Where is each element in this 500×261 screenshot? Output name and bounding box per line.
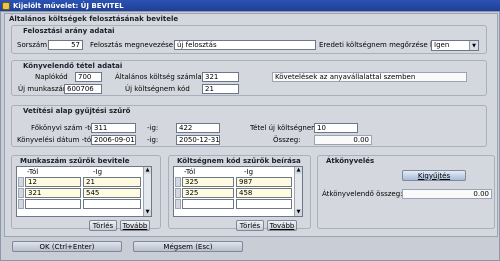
title-bar: Kijelölt művelet: ÚJ BEVITEL xyxy=(0,0,500,11)
koltsegnem-scrollbar[interactable]: ▲ ▼ xyxy=(294,167,302,216)
uj-munkaszam-field[interactable]: 600706 xyxy=(64,84,102,94)
row-marker[interactable] xyxy=(18,188,24,198)
row-marker[interactable] xyxy=(175,199,181,209)
koltsegnem-row3-tol[interactable] xyxy=(182,199,234,209)
koltsegnem-szuro-section: Költségnem kód szűrők beírása -Tól -Ig 3… xyxy=(168,155,311,231)
munkaszam-row3-tol[interactable] xyxy=(25,199,81,209)
koltsegnem-szuro-title: Költségnem kód szűrők beírása xyxy=(177,157,301,165)
alt-koltseg-description: Követelések az anyavállalattal szemben xyxy=(272,72,467,82)
form-title: Általános költségek felosztásának bevite… xyxy=(9,15,179,23)
koltsegnem-row2-tol[interactable]: 325 xyxy=(182,188,234,198)
chevron-down-icon[interactable]: ▼ xyxy=(469,41,478,50)
atkonyveles-title: Átkönyvelés xyxy=(326,157,375,165)
munkaszam-szuro-title: Munkaszám szűrők bevitele xyxy=(20,157,130,165)
row-marker[interactable] xyxy=(18,177,24,187)
koltsegnem-row1-tol[interactable]: 325 xyxy=(182,177,234,187)
munkaszam-szuro-section: Munkaszám szűrők bevitele -Tól -Ig 12 21… xyxy=(11,155,161,231)
atkonyvelendo-osszeg-label: Átkönyvelendő összeg: xyxy=(322,190,403,198)
alt-koltseg-szamla-field[interactable]: 321 xyxy=(202,72,239,82)
tetel-uj-koltsegnem-label: Tétel új költségnem: xyxy=(250,124,321,132)
munkaszam-torles-button[interactable]: Törlés xyxy=(89,220,117,231)
main-form-panel: Általános költségek felosztásának bevite… xyxy=(4,13,498,237)
konyvelendo-section: Könyvelendő tétel adatai Naplókód 700 Ál… xyxy=(11,60,487,96)
fokonyvi-szam-from-field[interactable]: 311 xyxy=(91,123,136,133)
munkaszam-row3-ig[interactable] xyxy=(83,199,141,209)
munkaszam-row1-ig[interactable]: 21 xyxy=(83,177,141,187)
munkaszam-tovabb-button[interactable]: Tovább xyxy=(120,220,150,231)
felosztas-section: Felosztási arány adatai Sorszám 57 Felos… xyxy=(11,25,487,54)
munkaszam-szuro-grid: -Tól -Ig 12 21 321 545 ▲ ▼ xyxy=(16,166,152,217)
window-title: Kijelölt művelet: ÚJ BEVITEL xyxy=(13,1,124,10)
naplokod-label: Naplókód xyxy=(35,73,68,81)
koltsegnem-row1-ig[interactable]: 987 xyxy=(236,177,292,187)
sorszam-field[interactable]: 57 xyxy=(48,40,83,50)
fokonyvi-szam-to-field[interactable]: 422 xyxy=(176,123,220,133)
row-marker[interactable] xyxy=(18,199,24,209)
vetitesi-section: Vetítési alap gyűjtési szűrő Főkönyvi sz… xyxy=(11,105,487,147)
koltsegnem-tovabb-button[interactable]: Tovább xyxy=(267,220,297,231)
sorszam-label: Sorszám xyxy=(17,41,48,49)
fokonyvi-szam-label: Főkönyvi szám -tól: xyxy=(31,124,99,132)
konyvelesi-datum-from-field[interactable]: 2006-09-01 xyxy=(91,135,136,145)
felosztas-section-title: Felosztási arány adatai xyxy=(23,27,115,35)
koltsegnem-row3-ig[interactable] xyxy=(236,199,292,209)
vetitesi-section-title: Vetítési alap gyűjtési szűrő xyxy=(23,107,131,115)
eredeti-koltsegnem-value: Igen xyxy=(434,41,450,49)
munkaszam-row1-tol[interactable]: 12 xyxy=(25,177,81,187)
scroll-down-icon[interactable]: ▼ xyxy=(295,209,302,216)
atkonyvelendo-osszeg-field: 0.00 xyxy=(402,189,492,199)
scroll-up-icon[interactable]: ▲ xyxy=(295,167,302,174)
row-marker[interactable] xyxy=(175,177,181,187)
koltsegnem-row2-ig[interactable]: 458 xyxy=(236,188,292,198)
scroll-down-icon[interactable]: ▼ xyxy=(144,209,151,216)
koltsegnem-col-tol: -Tól xyxy=(184,168,196,176)
koltsegnem-col-ig: -Ig xyxy=(244,168,254,176)
konyvelesi-datum-ig-label: -ig: xyxy=(147,136,159,144)
uj-koltsegnem-field[interactable]: 21 xyxy=(202,84,239,94)
konyvelendo-section-title: Könyvelendő tétel adatai xyxy=(23,62,123,70)
fokonyvi-szam-ig-label: -ig: xyxy=(147,124,159,132)
megnevezes-field[interactable]: új felosztás xyxy=(174,40,316,50)
konyvelesi-datum-label: Könyvelési dátum -tól: xyxy=(17,136,96,144)
dialog-window: Általános költségek felosztásának bevite… xyxy=(0,11,500,261)
row-marker[interactable] xyxy=(175,188,181,198)
munkaszam-scrollbar[interactable]: ▲ ▼ xyxy=(143,167,151,216)
munkaszam-col-tol: -Tól xyxy=(27,168,39,176)
uj-koltsegnem-label: Új költségnem kód xyxy=(125,85,190,93)
kigyujtes-button[interactable]: Kigyűjtés xyxy=(402,170,466,181)
megsem-button[interactable]: Mégsem (Esc) xyxy=(133,241,243,252)
app-icon xyxy=(2,1,10,10)
atkonyveles-section: Átkönyvelés Kigyűjtés Átkönyvelendő össz… xyxy=(317,155,495,229)
munkaszam-row2-tol[interactable]: 321 xyxy=(25,188,81,198)
munkaszam-col-ig: -Ig xyxy=(93,168,103,176)
koltsegnem-szuro-grid: -Tól -Ig 325 987 325 458 ▲ ▼ xyxy=(173,166,303,217)
alt-koltseg-szamla-label: Általános költség számla: xyxy=(115,73,205,81)
konyvelesi-datum-to-field[interactable]: 2050-12-31 xyxy=(176,135,220,145)
eredeti-koltsegnem-select[interactable]: Igen ▼ xyxy=(431,40,479,51)
scroll-up-icon[interactable]: ▲ xyxy=(144,167,151,174)
vetitesi-osszeg-field: 0.00 xyxy=(314,135,372,145)
vetitesi-osszeg-label: Összeg: xyxy=(273,136,301,144)
eredeti-koltsegnem-label: Eredeti költségnem megőrzése kell xyxy=(319,41,442,49)
naplokod-field[interactable]: 700 xyxy=(75,72,102,82)
tetel-uj-koltsegnem-field[interactable]: 10 xyxy=(314,123,358,133)
koltsegnem-torles-button[interactable]: Törlés xyxy=(236,220,264,231)
ok-button[interactable]: OK (Ctrl+Enter) xyxy=(12,241,122,252)
megnevezes-label: Felosztás megnevezése xyxy=(90,41,174,49)
munkaszam-row2-ig[interactable]: 545 xyxy=(83,188,141,198)
